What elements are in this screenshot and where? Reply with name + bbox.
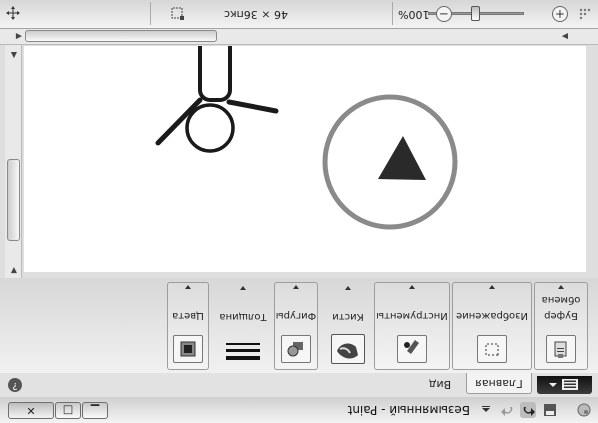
separator — [150, 2, 151, 25]
paint-window: Безымянный - Paint ▁ □ ✕ Главная Вид ? Б… — [0, 0, 598, 423]
canvas-area: ▼ ▲ — [0, 0, 598, 278]
redo-icon[interactable] — [500, 402, 516, 418]
zoom-in-button[interactable]: + — [552, 6, 568, 22]
dropdown-arrow-icon — [240, 286, 246, 290]
ribbon-tab-row: Главная Вид ? — [0, 372, 598, 397]
brush-icon — [331, 334, 365, 364]
shapes-icon — [281, 335, 311, 363]
undo-icon[interactable] — [520, 402, 536, 418]
group-label: Толщина — [219, 311, 267, 322]
drawing-canvas[interactable] — [24, 0, 586, 272]
group-label: Кисти — [332, 311, 364, 322]
group-size[interactable]: Толщина — [216, 282, 270, 370]
minimize-icon: ▁ — [90, 404, 100, 417]
zoom-out-button[interactable]: − — [436, 6, 452, 22]
scroll-right-arrow-icon[interactable]: ▶ — [562, 31, 568, 41]
maximize-icon: □ — [62, 404, 74, 417]
select-icon — [477, 335, 507, 363]
window-title: Безымянный - Paint — [347, 403, 470, 417]
group-clipboard[interactable]: Буфер обмена — [534, 282, 588, 370]
app-menu-icon[interactable] — [576, 402, 592, 418]
clipboard-icon — [546, 335, 576, 363]
status-bar: + − 100% 46 × 36пкс — [0, 0, 598, 29]
group-colors[interactable]: Цвета — [167, 282, 209, 370]
close-button[interactable]: ✕ — [8, 402, 54, 419]
dropdown-arrow-icon — [293, 285, 299, 289]
vertical-scroll-thumb[interactable] — [7, 159, 20, 241]
group-brushes[interactable]: Кисти — [325, 282, 371, 370]
group-label: Цвета — [172, 310, 204, 321]
group-label: Фигуры — [275, 310, 317, 321]
paint-menu-button[interactable] — [537, 376, 592, 394]
group-image[interactable]: Изображение — [452, 282, 532, 370]
group-label: Буфер — [544, 310, 578, 321]
scroll-down-arrow-icon[interactable]: ▼ — [11, 265, 17, 275]
tools-icon — [397, 335, 427, 363]
maximize-button[interactable]: □ — [55, 402, 81, 419]
group-sublabel: обмена — [541, 294, 581, 305]
group-label: Изображение — [456, 310, 528, 321]
help-icon[interactable]: ? — [8, 378, 22, 392]
close-icon: ✕ — [26, 404, 36, 417]
horizontal-scroll-thumb[interactable] — [25, 30, 217, 42]
zoom-slider-thumb[interactable] — [471, 6, 481, 21]
resize-grip-icon — [578, 8, 592, 22]
group-label: Инструменты — [376, 310, 448, 321]
scroll-up-arrow-icon[interactable]: ▲ — [11, 50, 17, 60]
zoom-level: 100% — [398, 8, 430, 21]
group-shapes[interactable]: Фигуры — [274, 282, 318, 370]
title-bar: Безымянный - Paint ▁ □ ✕ — [0, 396, 598, 423]
dropdown-arrow-icon — [489, 285, 495, 289]
canvas-size-readout: 46 × 36пкс — [223, 8, 288, 21]
separator — [392, 2, 393, 25]
horizontal-scrollbar[interactable]: ▶ ◀ — [0, 28, 598, 45]
dropdown-arrow-icon — [185, 285, 191, 289]
ribbon: Буфер обмена Изображение Инструменты Кис… — [0, 277, 598, 373]
tab-home[interactable]: Главная — [466, 373, 532, 394]
group-tools[interactable]: Инструменты — [374, 282, 450, 370]
customize-icon[interactable] — [478, 402, 494, 418]
circle-with-triangle — [322, 94, 458, 230]
color-picker-icon — [173, 335, 203, 363]
vertical-scrollbar[interactable]: ▼ ▲ — [5, 45, 22, 278]
dropdown-arrow-icon — [558, 285, 564, 289]
minimize-button[interactable]: ▁ — [82, 402, 108, 419]
dropdown-arrow-icon — [345, 286, 351, 290]
scroll-left-arrow-icon[interactable]: ◀ — [16, 31, 22, 41]
save-icon[interactable] — [542, 402, 558, 418]
move-cursor-icon — [6, 6, 20, 21]
stick-figure — [155, 0, 279, 153]
tab-view[interactable]: Вид — [422, 374, 458, 394]
dropdown-arrow-icon — [409, 285, 415, 289]
